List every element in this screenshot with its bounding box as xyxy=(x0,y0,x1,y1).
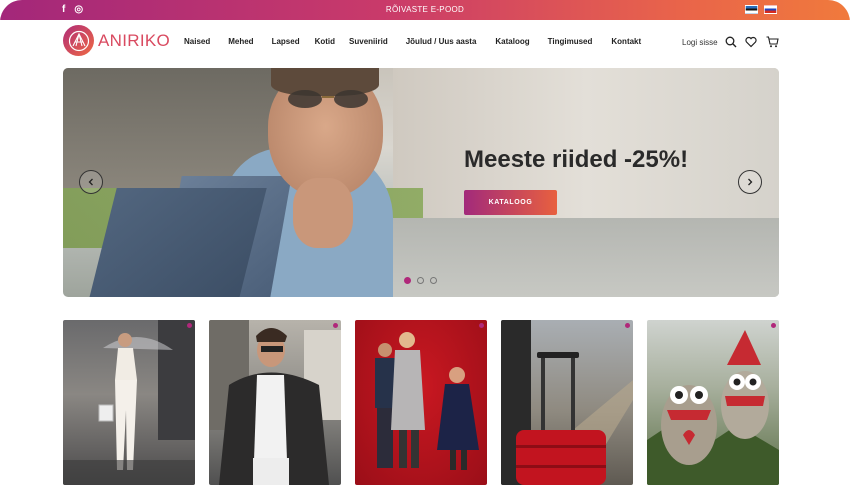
estonia-flag-icon[interactable] xyxy=(745,5,758,14)
card-marker xyxy=(479,323,484,328)
category-cards xyxy=(63,320,779,485)
sunglasses-icon xyxy=(288,90,368,108)
category-card-kids[interactable] xyxy=(355,320,487,485)
main-nav: Naised Mehed Lapsed Kotid Suveniirid Jõu… xyxy=(184,37,641,46)
catalog-button[interactable]: KATALOOG xyxy=(464,190,557,215)
cart-icon[interactable] xyxy=(766,35,779,48)
red-suitcase-image xyxy=(501,320,633,485)
site-header: ANIRIKO Naised Mehed Lapsed Kotid Suveni… xyxy=(0,20,850,64)
chevron-left-icon xyxy=(88,178,93,186)
man-in-leather-jacket-image xyxy=(209,320,341,485)
hero-man-hand xyxy=(293,178,353,248)
shop-tagline: RÕIVASTE E-POOD xyxy=(385,5,465,14)
slider-prev-button[interactable] xyxy=(79,170,103,194)
language-switcher xyxy=(745,5,777,14)
card-marker xyxy=(333,323,338,328)
card-marker xyxy=(771,323,776,328)
nav-item-joulud[interactable]: Jõulud / Uus aasta xyxy=(406,37,477,46)
slider-dots xyxy=(404,277,437,284)
browser-page: f ◎ RÕIVASTE E-POOD ANIRIKO Naised Mehed… xyxy=(0,0,850,500)
slider-dot[interactable] xyxy=(404,277,411,284)
category-card-souvenirs[interactable] xyxy=(647,320,779,485)
nav-item-naised[interactable]: Naised xyxy=(184,37,210,46)
nav-item-kontakt[interactable]: Kontakt xyxy=(611,37,641,46)
nav-item-kotid[interactable]: Kotid xyxy=(315,37,335,46)
card-marker xyxy=(187,323,192,328)
slider-dot[interactable] xyxy=(430,277,437,284)
nav-item-kataloog[interactable]: Kataloog xyxy=(495,37,529,46)
russia-flag-icon[interactable] xyxy=(764,5,777,14)
category-card-women[interactable] xyxy=(63,320,195,485)
chevron-right-icon xyxy=(748,178,753,186)
nav-item-suveniirid[interactable]: Suveniirid xyxy=(349,37,388,46)
slider-dot[interactable] xyxy=(417,277,424,284)
search-icon[interactable] xyxy=(725,35,737,48)
nav-item-lapsed[interactable]: Lapsed xyxy=(272,37,300,46)
card-marker xyxy=(625,323,630,328)
hero-slider: Meeste riided -25%! KATALOOG xyxy=(63,68,779,297)
christmas-owls-image xyxy=(647,330,779,485)
category-card-bags[interactable] xyxy=(501,320,633,485)
woman-with-umbrella-image xyxy=(63,320,195,485)
heart-icon[interactable] xyxy=(745,35,757,48)
logo[interactable]: ANIRIKO xyxy=(63,25,170,56)
nav-item-tingimused[interactable]: Tingimused xyxy=(548,37,593,46)
hero-shopping-bag xyxy=(89,188,267,297)
hero-background-road xyxy=(393,218,779,297)
slider-next-button[interactable] xyxy=(738,170,762,194)
hero-title: Meeste riided -25%! xyxy=(464,146,689,173)
children-christmas-image xyxy=(375,332,479,470)
logo-mark-icon xyxy=(63,25,94,56)
top-bar: f ◎ RÕIVASTE E-POOD xyxy=(0,0,850,20)
nav-item-mehed[interactable]: Mehed xyxy=(228,37,253,46)
category-card-men[interactable] xyxy=(209,320,341,485)
logo-text: ANIRIKO xyxy=(98,30,171,50)
login-link[interactable]: Logi sisse xyxy=(682,38,718,47)
